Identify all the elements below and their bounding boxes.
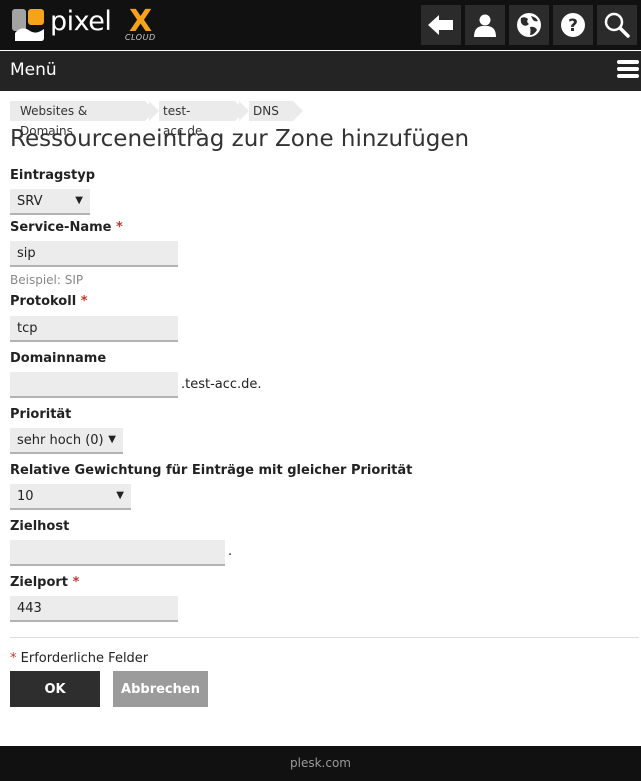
user-button[interactable] bbox=[465, 5, 505, 45]
help-icon: ? bbox=[561, 13, 585, 37]
search-button[interactable] bbox=[597, 5, 637, 45]
weight-label: Relative Gewichtung für Einträge mit gle… bbox=[10, 463, 413, 478]
record-type-value: SRV bbox=[17, 194, 43, 209]
target-port-label: Zielport * bbox=[10, 575, 80, 590]
target-host-suffix: . bbox=[228, 544, 233, 559]
logo-subtitle: CLOUD bbox=[125, 33, 156, 42]
required-marker: * bbox=[72, 575, 80, 590]
logo-mark-icon bbox=[12, 9, 44, 41]
record-type-label: Eintragstyp bbox=[10, 168, 96, 183]
back-button[interactable] bbox=[421, 5, 461, 45]
protocol-label: Protokoll * bbox=[10, 294, 88, 309]
header-toolbar: ? bbox=[421, 5, 637, 45]
help-button[interactable]: ? bbox=[553, 5, 593, 45]
protocol-input[interactable]: tcp bbox=[10, 316, 178, 342]
hamburger-menu-icon[interactable] bbox=[617, 60, 639, 80]
plesk-link[interactable]: plesk.com bbox=[290, 756, 351, 770]
required-fields-note: * Erforderliche Felder bbox=[10, 651, 149, 666]
footer: plesk.com bbox=[0, 746, 641, 781]
chevron-down-icon: ▼ bbox=[75, 195, 83, 206]
required-marker: * bbox=[116, 220, 123, 235]
domain-name-label: Domainname bbox=[10, 351, 107, 366]
priority-value: sehr hoch (0) bbox=[17, 433, 104, 448]
domain-suffix: .test-acc.de. bbox=[181, 377, 262, 392]
priority-label: Priorität bbox=[10, 407, 72, 422]
logo-text: pixel bbox=[50, 6, 112, 37]
domain-name-input[interactable] bbox=[10, 372, 178, 398]
top-header: pixel X CLOUD ? bbox=[0, 0, 641, 50]
page-title: Ressourceneintrag zur Zone hinzufügen bbox=[10, 126, 470, 152]
globe-icon bbox=[517, 13, 541, 37]
search-icon bbox=[604, 12, 630, 38]
target-host-input[interactable] bbox=[10, 540, 225, 566]
required-marker: * bbox=[80, 294, 88, 309]
menu-bar[interactable]: Menü bbox=[0, 51, 641, 91]
service-name-input[interactable]: sip bbox=[10, 241, 178, 267]
priority-select[interactable]: sehr hoch (0) ▼ bbox=[10, 428, 123, 454]
back-arrow-icon bbox=[428, 15, 453, 35]
user-icon bbox=[474, 14, 496, 37]
form-divider bbox=[10, 637, 639, 638]
chevron-down-icon: ▼ bbox=[108, 434, 116, 445]
menu-label: Menü bbox=[10, 60, 57, 80]
globe-button[interactable] bbox=[509, 5, 549, 45]
record-type-select[interactable]: SRV ▼ bbox=[10, 189, 90, 215]
service-name-hint: Beispiel: SIP bbox=[10, 273, 84, 287]
target-port-input[interactable]: 443 bbox=[10, 596, 178, 622]
breadcrumb-item-websites-domains[interactable]: Websites & Domains bbox=[10, 101, 155, 138]
pixelx-cloud-logo[interactable]: pixel X CLOUD bbox=[12, 4, 160, 43]
ok-button[interactable]: OK bbox=[10, 671, 100, 707]
breadcrumb: Websites & Domains test-acc.de DNS bbox=[10, 101, 303, 138]
breadcrumb-item-domain[interactable]: test-acc.de bbox=[149, 101, 245, 138]
target-host-label: Zielhost bbox=[10, 519, 70, 534]
cancel-button[interactable]: Abbrechen bbox=[113, 671, 208, 707]
weight-select[interactable]: 10 ▼ bbox=[10, 484, 131, 510]
breadcrumb-item-dns[interactable]: DNS bbox=[239, 101, 303, 121]
service-name-label: Service-Name * bbox=[10, 220, 123, 235]
chevron-down-icon: ▼ bbox=[116, 490, 124, 501]
weight-value: 10 bbox=[17, 489, 34, 504]
svg-text:?: ? bbox=[568, 16, 578, 36]
